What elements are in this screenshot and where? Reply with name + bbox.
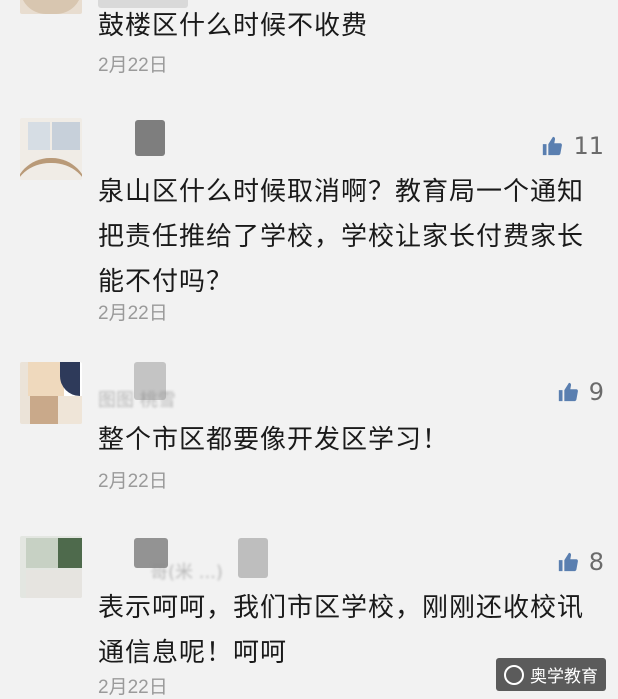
comment-date: 2月22日 bbox=[98, 303, 168, 324]
avatar[interactable] bbox=[20, 118, 82, 180]
avatar[interactable] bbox=[20, 362, 82, 424]
like-button[interactable]: 9 bbox=[557, 378, 604, 406]
brand-logo-icon bbox=[504, 664, 524, 685]
nickname-blur bbox=[238, 538, 268, 578]
comment-date: 2月22日 bbox=[98, 677, 168, 698]
thumbs-up-icon bbox=[558, 382, 578, 402]
like-button[interactable]: 8 bbox=[557, 548, 604, 576]
like-count: 11 bbox=[573, 132, 604, 160]
thumbs-up-icon bbox=[558, 552, 578, 572]
avatar[interactable] bbox=[20, 0, 82, 14]
comment-date: 2月22日 bbox=[98, 55, 168, 76]
watermark: 奥学教育 bbox=[496, 658, 606, 691]
nickname: 图图 桃雪 bbox=[98, 390, 176, 411]
like-button[interactable]: 11 bbox=[541, 132, 604, 160]
thumbs-up-icon bbox=[543, 136, 563, 156]
avatar[interactable] bbox=[20, 536, 82, 598]
nickname: 哥(米 ...) bbox=[150, 562, 223, 583]
comment-text: 鼓楼区什么时候不收费 bbox=[98, 11, 369, 41]
comment-date: 2月22日 bbox=[98, 471, 168, 492]
like-count: 8 bbox=[588, 548, 604, 576]
watermark-text: 奥学教育 bbox=[530, 667, 598, 687]
comment-text: 泉山区什么时候取消啊？教育局一个通知把责任推给了学校，学校让家长付费家长能不付吗… bbox=[98, 177, 585, 297]
like-count: 9 bbox=[588, 378, 604, 406]
nickname-blur bbox=[135, 120, 165, 156]
comment-text: 整个市区都要像开发区学习！ bbox=[98, 425, 450, 455]
